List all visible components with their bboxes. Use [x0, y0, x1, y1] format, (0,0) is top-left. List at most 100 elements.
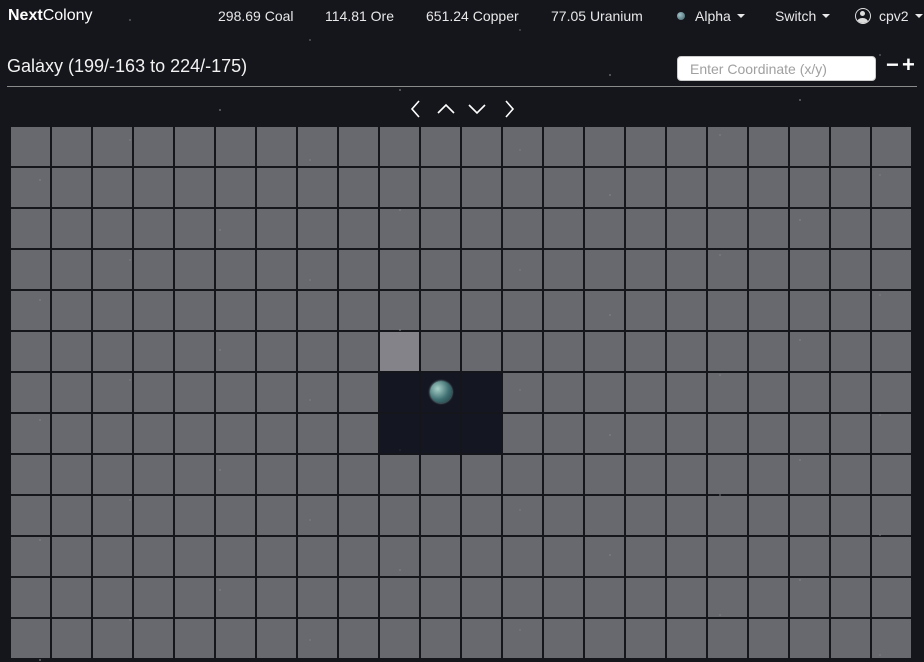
chevron-left-icon[interactable]: [406, 99, 426, 119]
map-cell[interactable]: [257, 168, 296, 207]
map-cell[interactable]: [667, 537, 706, 576]
map-cell[interactable]: [216, 537, 255, 576]
map-cell[interactable]: [216, 414, 255, 453]
map-cell[interactable]: [257, 209, 296, 248]
map-cell[interactable]: [790, 291, 829, 330]
map-cell[interactable]: [790, 496, 829, 535]
map-cell[interactable]: [544, 127, 583, 166]
map-cell[interactable]: [216, 619, 255, 658]
map-cell[interactable]: [298, 619, 337, 658]
map-cell[interactable]: [421, 373, 460, 412]
map-cell[interactable]: [790, 578, 829, 617]
map-cell[interactable]: [708, 209, 747, 248]
map-cell[interactable]: [380, 619, 419, 658]
map-cell[interactable]: [93, 373, 132, 412]
map-cell[interactable]: [380, 373, 419, 412]
map-cell[interactable]: [380, 496, 419, 535]
map-cell[interactable]: [626, 373, 665, 412]
map-cell[interactable]: [626, 496, 665, 535]
map-cell[interactable]: [380, 291, 419, 330]
map-cell[interactable]: [544, 455, 583, 494]
map-cell[interactable]: [298, 332, 337, 371]
map-cell[interactable]: [257, 496, 296, 535]
map-cell[interactable]: [708, 537, 747, 576]
map-cell[interactable]: [462, 209, 501, 248]
map-cell[interactable]: [831, 537, 870, 576]
map-cell[interactable]: [175, 578, 214, 617]
map-cell[interactable]: [298, 578, 337, 617]
map-cell[interactable]: [585, 127, 624, 166]
map-cell[interactable]: [872, 168, 911, 207]
map-cell[interactable]: [339, 414, 378, 453]
map-cell[interactable]: [708, 332, 747, 371]
map-cell[interactable]: [585, 250, 624, 289]
map-cell[interactable]: [134, 332, 173, 371]
map-cell[interactable]: [93, 209, 132, 248]
map-cell[interactable]: [872, 496, 911, 535]
map-cell[interactable]: [257, 291, 296, 330]
map-cell[interactable]: [790, 414, 829, 453]
map-cell[interactable]: [503, 414, 542, 453]
map-cell[interactable]: [93, 619, 132, 658]
map-cell[interactable]: [175, 537, 214, 576]
map-cell[interactable]: [831, 168, 870, 207]
map-cell[interactable]: [421, 209, 460, 248]
map-cell[interactable]: [749, 291, 788, 330]
map-cell[interactable]: [790, 127, 829, 166]
map-cell[interactable]: [585, 373, 624, 412]
map-cell[interactable]: [339, 537, 378, 576]
map-cell[interactable]: [93, 168, 132, 207]
chevron-right-icon[interactable]: [499, 99, 519, 119]
planet-icon[interactable]: [429, 381, 452, 403]
chevron-up-icon[interactable]: [436, 99, 456, 119]
zoom-in-button[interactable]: +: [902, 52, 915, 78]
map-cell[interactable]: [872, 291, 911, 330]
map-cell[interactable]: [667, 127, 706, 166]
map-cell[interactable]: [298, 209, 337, 248]
map-cell[interactable]: [872, 455, 911, 494]
map-cell[interactable]: [708, 373, 747, 412]
map-cell[interactable]: [503, 291, 542, 330]
map-cell[interactable]: [93, 291, 132, 330]
map-cell[interactable]: [872, 373, 911, 412]
map-cell[interactable]: [134, 168, 173, 207]
map-cell[interactable]: [257, 332, 296, 371]
map-cell[interactable]: [380, 455, 419, 494]
map-cell[interactable]: [667, 496, 706, 535]
map-cell[interactable]: [503, 496, 542, 535]
map-cell[interactable]: [339, 455, 378, 494]
map-cell[interactable]: [52, 537, 91, 576]
map-cell[interactable]: [216, 209, 255, 248]
map-cell[interactable]: [380, 209, 419, 248]
map-cell[interactable]: [216, 291, 255, 330]
map-cell[interactable]: [503, 619, 542, 658]
map-cell[interactable]: [749, 496, 788, 535]
map-cell[interactable]: [831, 127, 870, 166]
map-cell[interactable]: [585, 578, 624, 617]
map-cell[interactable]: [872, 414, 911, 453]
map-cell[interactable]: [462, 168, 501, 207]
map-cell[interactable]: [134, 496, 173, 535]
map-cell[interactable]: [11, 578, 50, 617]
map-cell[interactable]: [93, 578, 132, 617]
map-cell[interactable]: [585, 537, 624, 576]
map-cell[interactable]: [257, 414, 296, 453]
map-cell[interactable]: [462, 373, 501, 412]
map-cell[interactable]: [339, 619, 378, 658]
map-cell[interactable]: [216, 250, 255, 289]
map-cell[interactable]: [175, 455, 214, 494]
user-dropdown[interactable]: cpv2: [855, 8, 923, 24]
map-cell[interactable]: [380, 250, 419, 289]
map-cell[interactable]: [790, 332, 829, 371]
map-cell[interactable]: [298, 250, 337, 289]
map-cell[interactable]: [872, 209, 911, 248]
zoom-out-button[interactable]: −: [886, 52, 899, 78]
map-cell[interactable]: [134, 127, 173, 166]
map-cell[interactable]: [339, 332, 378, 371]
map-cell[interactable]: [626, 127, 665, 166]
map-cell[interactable]: [503, 578, 542, 617]
map-cell[interactable]: [134, 414, 173, 453]
map-cell[interactable]: [52, 168, 91, 207]
map-cell[interactable]: [380, 414, 419, 453]
map-cell[interactable]: [52, 291, 91, 330]
